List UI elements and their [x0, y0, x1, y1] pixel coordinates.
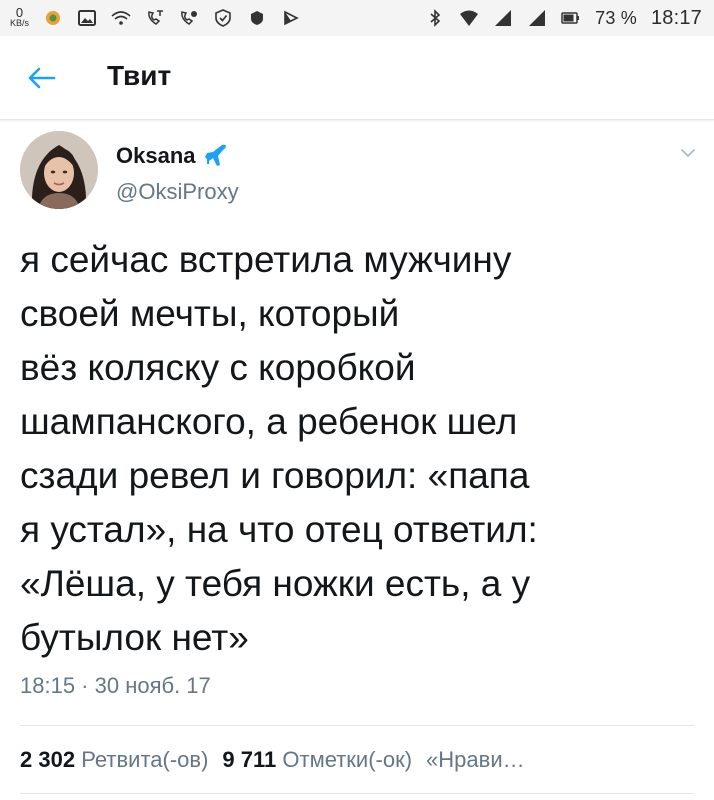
author-handle[interactable]: @OksiProxy	[116, 179, 239, 205]
back-arrow-icon	[28, 67, 56, 89]
tweet-stats: 2 302 Ретвита(-ов) 9 711 Отметки(-ок) «Нра…	[20, 747, 700, 773]
network-speed: 0 KB/s	[10, 5, 30, 28]
dot-icon	[251, 11, 264, 25]
status-left-icons: 0 KB/s	[10, 5, 301, 28]
author-name[interactable]: Oksana	[116, 143, 230, 169]
bluetooth-icon	[430, 9, 441, 27]
notification-app-icon	[46, 11, 61, 25]
wifi-icon	[460, 10, 479, 26]
signal-icon	[495, 10, 512, 26]
tweet-text-line: своей мечты, который	[20, 293, 400, 334]
third-stat-label: «Нрави…	[426, 747, 525, 772]
retweets-stat[interactable]: 2 302 Ретвита(-ов)	[20, 747, 208, 772]
tweet-timestamp: 18:15 · 30 нояб. 17	[20, 673, 211, 698]
avatar-image	[20, 131, 98, 209]
third-stat[interactable]: «Нрави…	[426, 747, 525, 772]
caret-menu-button[interactable]	[676, 141, 700, 165]
back-button[interactable]	[22, 60, 62, 96]
divider	[20, 725, 694, 726]
divider	[20, 793, 694, 794]
tweet-text-line: бутылок нет»	[20, 617, 249, 658]
likes-count: 9 711	[222, 747, 277, 772]
retweets-label: Ретвита(-ов)	[81, 747, 209, 772]
battery-icon	[561, 12, 580, 24]
author-name-text: Oksana	[116, 143, 196, 168]
tweet-text-line: я устал», на что отец ответил:	[20, 509, 538, 550]
play-icon	[284, 10, 299, 26]
image-icon	[78, 10, 97, 26]
network-speed-value: 0	[15, 5, 24, 20]
likes-stat[interactable]: 9 711 Отметки(-ок)	[222, 747, 412, 772]
chevron-down-icon	[681, 149, 695, 157]
airplane-icon	[204, 144, 226, 166]
app-bar: Твит	[0, 36, 714, 120]
tweet-text-line: «Лёша, у тебя ножки есть, а у	[20, 563, 531, 604]
avatar[interactable]	[20, 131, 98, 209]
battery-percent: 73 %	[595, 7, 637, 28]
tweet-text-line: шампанского, а ребенок шел	[20, 401, 518, 442]
network-speed-unit: KB/s	[10, 18, 30, 28]
tweet-text: я сейчас встретила мужчину своей мечты, …	[20, 233, 680, 665]
voicemail-icon	[181, 11, 198, 25]
clock: 18:17	[650, 6, 702, 29]
status-right-icons: 73 % 18:17	[425, 7, 702, 30]
likes-label: Отметки(-ок)	[282, 747, 413, 772]
tweet-text-line: сзади ревел и говорил: «папа	[20, 455, 530, 496]
signal-icon	[529, 10, 546, 26]
shield-icon	[215, 9, 231, 27]
wifi-question-icon	[111, 11, 131, 25]
status-bar: 0 KB/s 73 % 18:17	[0, 0, 714, 36]
tweet-text-line: я сейчас встретила мужчину	[20, 239, 512, 280]
tweet: Oksana @OksiProxy я сейчас встретила муж…	[0, 121, 714, 800]
tweet-text-line: вёз коляску с коробкой	[20, 347, 416, 388]
missed-call-icon	[148, 10, 164, 25]
page-title: Твит	[107, 60, 172, 91]
retweets-count: 2 302	[20, 747, 76, 772]
